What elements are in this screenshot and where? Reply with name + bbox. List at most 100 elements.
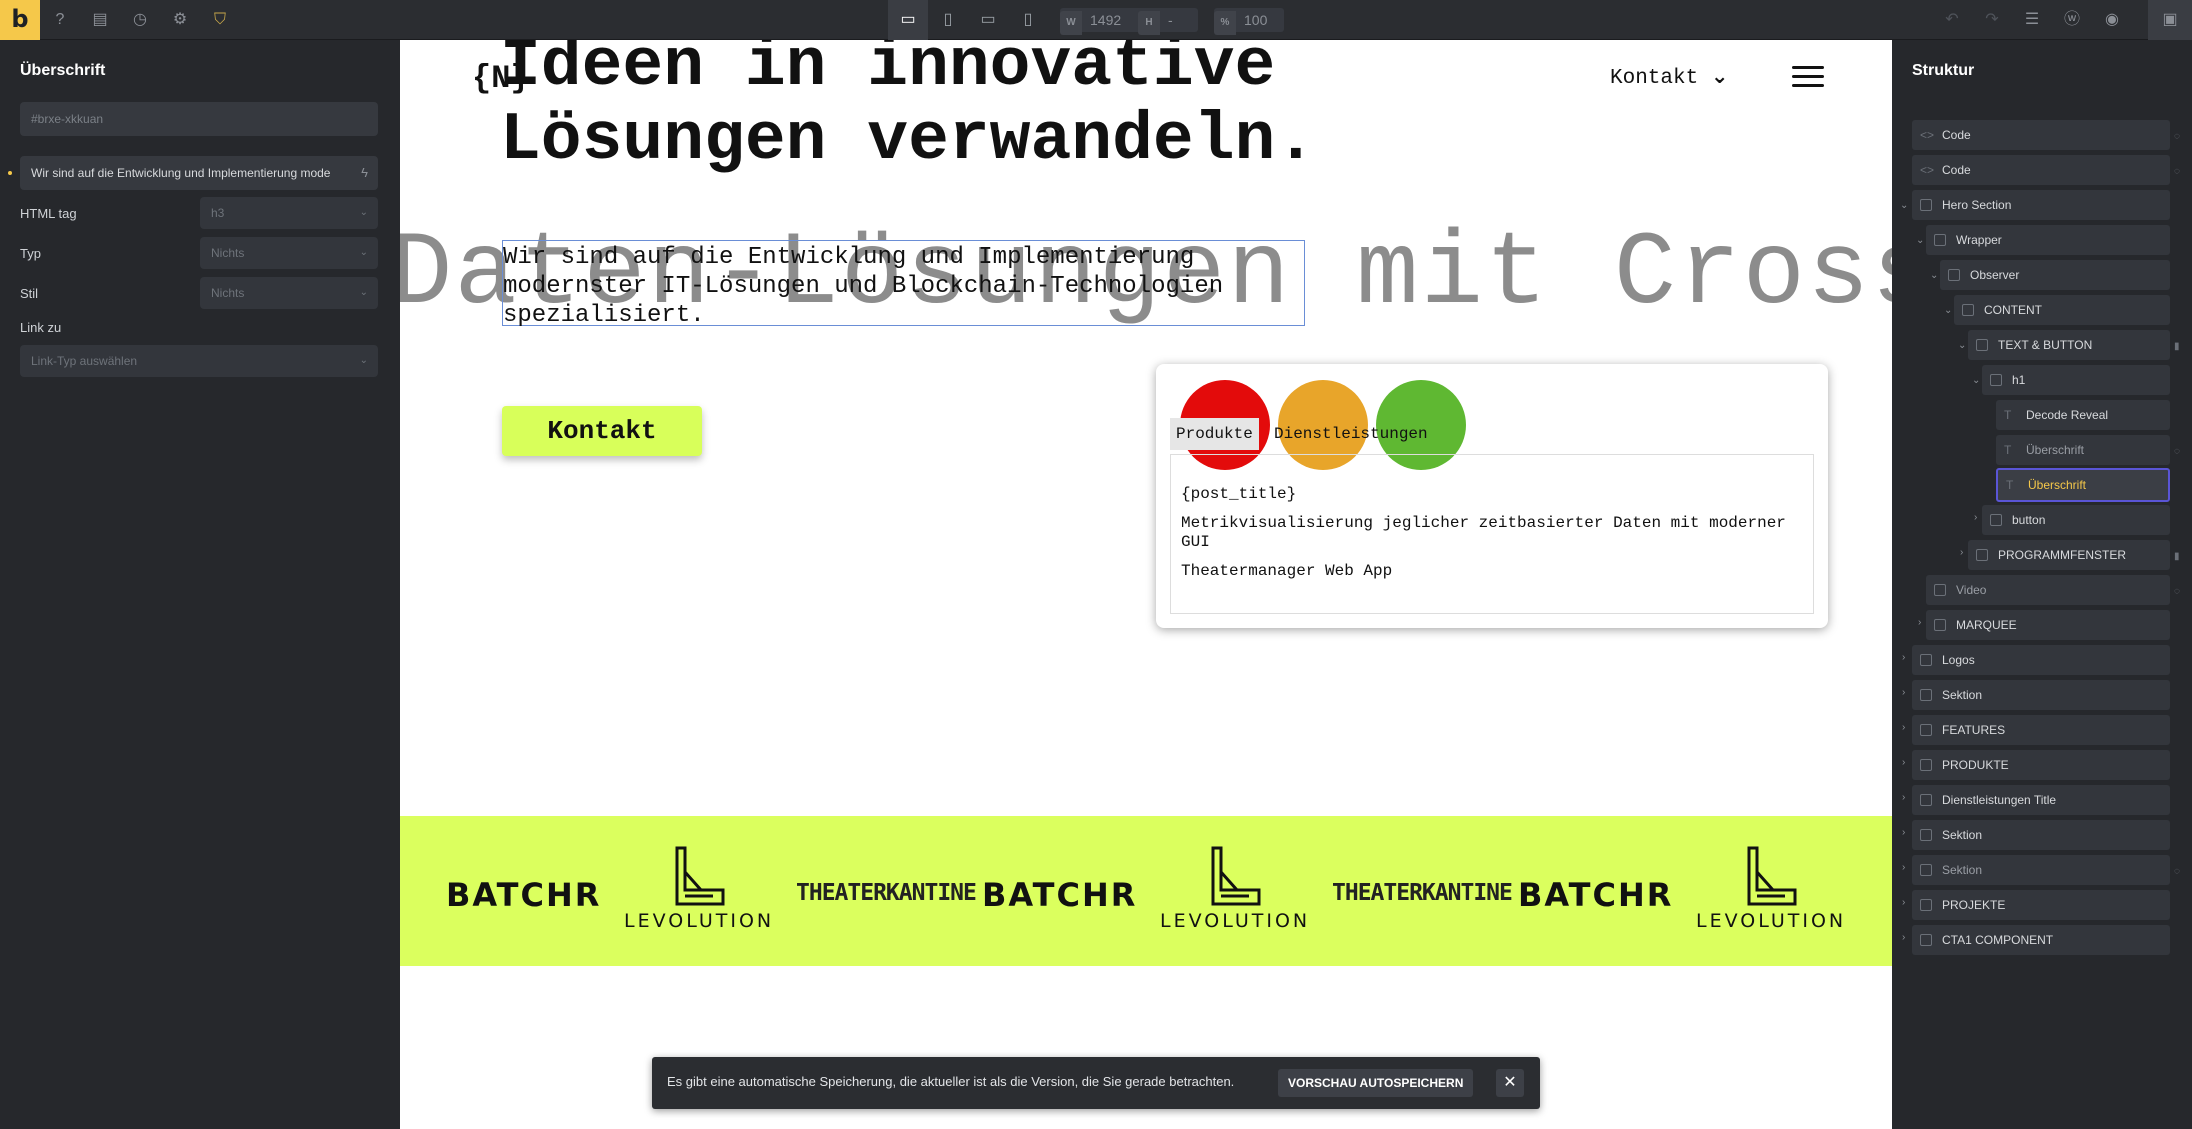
- preview-autosave-button[interactable]: VORSCHAU AUTOSPEICHERN: [1278, 1069, 1474, 1097]
- tree-item-text-button[interactable]: TEXT & BUTTON: [1968, 330, 2170, 360]
- chevron-down-icon[interactable]: ⌄: [1916, 235, 1924, 246]
- batchr-logo: BATCHR: [446, 876, 602, 914]
- height-input[interactable]: H-: [1138, 8, 1198, 35]
- save-icon[interactable]: ▣: [2148, 0, 2192, 40]
- tree-item-marquee[interactable]: MARQUEE: [1926, 610, 2170, 640]
- chevron-right-icon[interactable]: ›: [1902, 932, 1905, 943]
- wordpress-icon[interactable]: ⓦ: [2060, 8, 2084, 32]
- tree-item-sektion[interactable]: Sektion: [1912, 855, 2170, 885]
- chevron-right-icon[interactable]: ›: [1902, 862, 1905, 873]
- style-select[interactable]: Nichts ⌄: [200, 277, 378, 309]
- tree-item-label: PROGRAMMFENSTER: [1998, 548, 2127, 562]
- redo-icon[interactable]: ↷: [1980, 8, 2004, 32]
- chevron-right-icon[interactable]: ›: [1974, 512, 1977, 523]
- chevron-right-icon[interactable]: ›: [1902, 827, 1905, 838]
- tree-item-dienstleistungen-title[interactable]: Dienstleistungen Title: [1912, 785, 2170, 815]
- chevron-right-icon[interactable]: ›: [1902, 792, 1905, 803]
- chevron-down-icon[interactable]: ⌄: [1930, 270, 1938, 281]
- html-tag-value: h3: [211, 206, 225, 220]
- layers-icon[interactable]: ☰: [2020, 8, 2044, 32]
- chevron-down-icon[interactable]: ⌄: [1972, 375, 1980, 386]
- chevron-right-icon[interactable]: ›: [1918, 617, 1921, 628]
- tree-item-projekte[interactable]: PROJEKTE: [1912, 890, 2170, 920]
- tree-item-label: PRODUKTE: [1942, 758, 2009, 772]
- tree-item-programmfenster[interactable]: PROGRAMMFENSTER: [1968, 540, 2170, 570]
- type-select[interactable]: Nichts ⌄: [200, 237, 378, 269]
- bricks-logo[interactable]: b: [0, 0, 40, 40]
- zoom-input[interactable]: % 100: [1214, 8, 1284, 35]
- text-content-field[interactable]: Wir sind auf die Entwicklung und Impleme…: [20, 156, 378, 190]
- pages-icon[interactable]: ▤: [88, 8, 112, 32]
- trash-icon[interactable]: ▮: [2174, 551, 2180, 562]
- tree-item-logos[interactable]: Logos: [1912, 645, 2170, 675]
- hidden-eye-icon[interactable]: ◌: [2174, 866, 2180, 877]
- chevron-right-icon[interactable]: ›: [1902, 897, 1905, 908]
- trash-icon[interactable]: ▮: [2174, 341, 2180, 352]
- preview-eye-icon[interactable]: ◉: [2100, 8, 2124, 32]
- tree-item-observer[interactable]: Observer: [1940, 260, 2170, 290]
- container-icon: [1990, 514, 2002, 526]
- theaterkantine-logo: THEATERKANTINE: [796, 880, 977, 906]
- link-type-select[interactable]: Link-Typ auswählen ⌄: [20, 345, 378, 377]
- style-value: Nichts: [211, 286, 245, 300]
- undo-icon[interactable]: ↶: [1940, 8, 1964, 32]
- tree-item-ueberschrift-selected[interactable]: T Überschrift: [1996, 468, 2170, 502]
- hidden-eye-icon[interactable]: ◌: [2174, 586, 2180, 597]
- tree-item-button[interactable]: button: [1982, 505, 2170, 535]
- tree-item-sektion[interactable]: Sektion: [1912, 680, 2170, 710]
- tree-item-produkte[interactable]: PRODUKTE: [1912, 750, 2170, 780]
- hamburger-menu-icon[interactable]: [1792, 66, 1824, 88]
- css-id-field[interactable]: #brxe-xkkuan: [20, 102, 378, 136]
- chevron-right-icon[interactable]: ›: [1902, 757, 1905, 768]
- tree-item-features[interactable]: FEATURES: [1912, 715, 2170, 745]
- mobile-icon[interactable]: ▯: [1008, 0, 1048, 40]
- chevron-down-icon[interactable]: ⌄: [1944, 305, 1952, 316]
- settings-icon[interactable]: ⚙: [168, 8, 192, 32]
- contact-button[interactable]: Kontakt: [502, 406, 702, 456]
- chevron-right-icon[interactable]: ›: [1960, 547, 1963, 558]
- tree-item-ueberschrift[interactable]: T Überschrift: [1996, 435, 2170, 465]
- html-tag-select[interactable]: h3 ⌄: [200, 197, 378, 229]
- chevron-right-icon[interactable]: ›: [1902, 722, 1905, 733]
- heading-line-1: Ideen in innovative: [500, 40, 1276, 105]
- close-icon[interactable]: ✕: [1496, 1069, 1524, 1097]
- chevron-right-icon[interactable]: ›: [1902, 687, 1905, 698]
- shield-icon[interactable]: ⛉: [208, 8, 232, 32]
- tree-item-hero-section[interactable]: Hero Section: [1912, 190, 2170, 220]
- history-icon[interactable]: ◷: [128, 8, 152, 32]
- container-icon: [1934, 234, 1946, 246]
- hidden-eye-icon[interactable]: ◌: [2174, 131, 2180, 142]
- chevron-down-icon[interactable]: ⌄: [1958, 340, 1966, 351]
- tree-item-decode-reveal[interactable]: T Decode Reveal: [1996, 400, 2170, 430]
- hero-heading[interactable]: Ideen in innovative Lösungen verwandeln.: [500, 40, 1316, 178]
- zoom-value: 100: [1244, 12, 1268, 28]
- tree-item-wrapper[interactable]: Wrapper: [1926, 225, 2170, 255]
- tree-item-label: PROJEKTE: [1942, 898, 2006, 912]
- container-icon: [1976, 549, 1988, 561]
- desktop-breakpoint-icon[interactable]: ▭: [888, 0, 928, 40]
- tree-item-video[interactable]: Video: [1926, 575, 2170, 605]
- tree-item-cta1-component[interactable]: CTA1 COMPONENT: [1912, 925, 2170, 955]
- tree-item-sektion[interactable]: Sektion: [1912, 820, 2170, 850]
- tab-dienstleistungen[interactable]: Dienstleistungen: [1268, 418, 1434, 450]
- hero-subheading[interactable]: Wir sind auf die Entwicklung und Impleme…: [503, 243, 1303, 330]
- help-icon[interactable]: ?: [48, 8, 72, 32]
- tree-item-code[interactable]: <> Code: [1912, 120, 2170, 150]
- chevron-down-icon[interactable]: ⌄: [1900, 200, 1908, 211]
- site-logo[interactable]: {N}: [472, 60, 530, 97]
- tree-item-h1[interactable]: h1: [1982, 365, 2170, 395]
- dynamic-data-icon[interactable]: ϟ: [361, 156, 368, 190]
- chevron-right-icon[interactable]: ›: [1902, 652, 1905, 663]
- tablet-portrait-icon[interactable]: ▯: [928, 0, 968, 40]
- nav-contact-link[interactable]: Kontakt ⌄: [1610, 64, 1728, 90]
- tree-item-content[interactable]: CONTENT: [1954, 295, 2170, 325]
- structure-panel: Struktur <> Code ◌ <> Code ◌ ⌄ Hero Sectio…: [1892, 40, 2192, 1129]
- tree-item-code[interactable]: <> Code: [1912, 155, 2170, 185]
- hidden-eye-icon[interactable]: ◌: [2174, 446, 2180, 457]
- chevron-down-icon: ⌄: [359, 247, 368, 258]
- tab-produkte[interactable]: Produkte: [1170, 418, 1259, 450]
- hidden-eye-icon[interactable]: ◌: [2174, 166, 2180, 177]
- width-value: 1492: [1090, 12, 1122, 28]
- tablet-landscape-icon[interactable]: ▭: [968, 0, 1008, 40]
- preview-canvas[interactable]: Daten-Lösungen mit Cross-Pl Ideen in inn…: [400, 40, 1892, 1129]
